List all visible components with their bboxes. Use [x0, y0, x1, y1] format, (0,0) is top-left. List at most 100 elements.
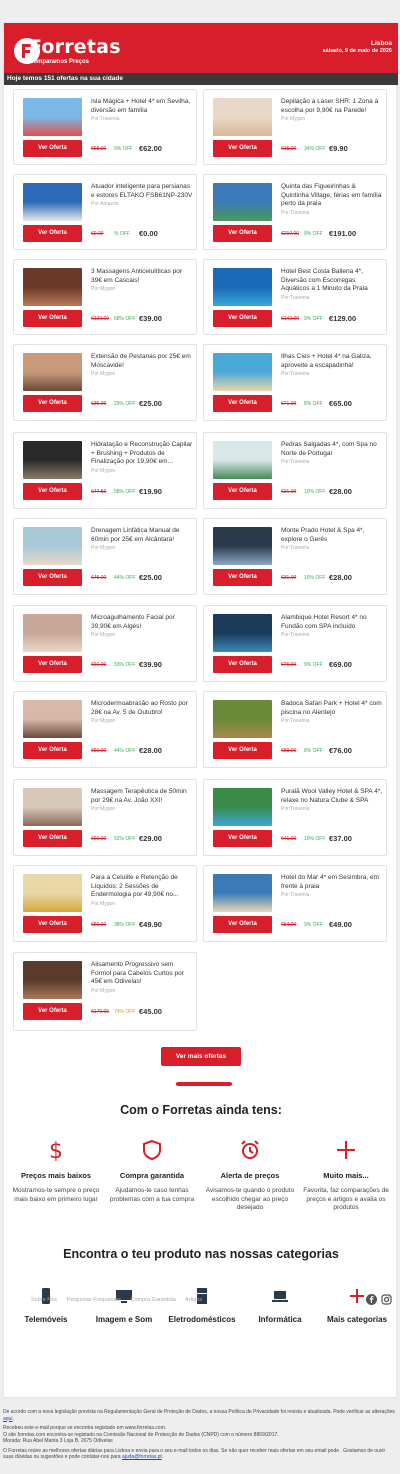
view-offer-button[interactable]: Ver Oferta	[213, 742, 272, 759]
view-offer-button[interactable]: Ver Oferta	[23, 569, 82, 586]
category-informatica[interactable]: Informática	[240, 1287, 320, 1324]
facebook-icon[interactable]	[366, 1294, 377, 1305]
offer-card[interactable]: Atuador inteligente para persianas e est…	[13, 174, 197, 250]
category-telemoveis[interactable]: Telemóveis	[6, 1287, 86, 1324]
offer-card[interactable]: Microagulhamento Facial por 39,90€ em Al…	[13, 605, 197, 682]
offer-card[interactable]: Ilhas Cíes + Hotel 4* na Galiza, aprovei…	[203, 344, 387, 421]
view-offer-button[interactable]: Ver Oferta	[213, 830, 272, 847]
offer-title[interactable]: Microagulhamento Facial por 39,90€ em Al…	[91, 614, 194, 631]
view-offer-button[interactable]: Ver Oferta	[23, 140, 82, 157]
offer-card[interactable]: Depilação a Laser SHR: 1 Zona à escolha …	[203, 89, 387, 165]
offer-title[interactable]: Monte Prado Hotel & Spa 4*, explore o Ge…	[281, 527, 384, 544]
offer-title[interactable]: Drenagem Linfática Manual de 60min por 2…	[91, 527, 194, 544]
offer-card[interactable]: Isla Mágica + Hotel 4* em Sevilha, diver…	[13, 89, 197, 165]
offer-title[interactable]: Para a Celulite e Retenção de Líquidos: …	[91, 874, 194, 900]
offer-card[interactable]: Puralã Wool Valley Hotel & SPA 4*, relax…	[203, 779, 387, 856]
offer-image[interactable]	[213, 527, 272, 565]
view-offer-button[interactable]: Ver Oferta	[23, 483, 82, 500]
offer-image[interactable]	[213, 441, 272, 479]
view-offer-button[interactable]: Ver Oferta	[213, 225, 272, 242]
view-offer-button[interactable]: Ver Oferta	[23, 225, 82, 242]
offer-image[interactable]	[23, 98, 82, 136]
category-mais-categorias[interactable]: Mais categorias	[317, 1287, 397, 1324]
offer-title[interactable]: Puralã Wool Valley Hotel & SPA 4*, relax…	[281, 788, 384, 805]
view-offer-button[interactable]: Ver Oferta	[213, 140, 272, 157]
privacy-link[interactable]: aqui	[3, 1416, 12, 1422]
offer-image[interactable]	[213, 874, 272, 912]
view-offer-button[interactable]: Ver Oferta	[23, 656, 82, 673]
offer-title[interactable]: Hotel Best Costa Ballena 4*, Diversão co…	[281, 268, 384, 294]
footer-link-articles[interactable]: Artigos	[185, 1297, 202, 1303]
offer-card[interactable]: Drenagem Linfática Manual de 60min por 2…	[13, 518, 197, 595]
offer-title[interactable]: Massagem Terapêutica de 50min por 29€ na…	[91, 788, 194, 805]
view-offer-button[interactable]: Ver Oferta	[23, 916, 82, 933]
offer-title[interactable]: Extensão de Pestanas por 25€ em Moscavid…	[91, 353, 194, 370]
brand-name[interactable]: Forretas	[29, 36, 121, 58]
offer-card[interactable]: Alambique Hotel Resort 4* no Fundão com …	[203, 605, 387, 682]
offer-title[interactable]: Hotel do Mar 4* em Sesimbra, em frente à…	[281, 874, 384, 891]
offer-card[interactable]: Extensão de Pestanas por 25€ em Moscavid…	[13, 344, 197, 421]
instagram-icon[interactable]	[381, 1294, 392, 1305]
offer-title[interactable]: Badoca Safari Park + Hotel 4* com piscin…	[281, 700, 384, 717]
view-offer-button[interactable]: Ver Oferta	[23, 830, 82, 847]
offer-card[interactable]: Microdermoabrasão ao Rosto por 28€ na Av…	[13, 691, 197, 768]
offer-image[interactable]	[213, 353, 272, 391]
offer-card[interactable]: Hotel Best Costa Ballena 4*, Diversão co…	[203, 259, 387, 335]
offer-title[interactable]: 3 Massagens Anticelulíticas por 39€ em C…	[91, 268, 194, 285]
offer-image[interactable]	[23, 700, 82, 738]
offer-image[interactable]	[23, 527, 82, 565]
offer-image[interactable]	[213, 614, 272, 652]
offer-image[interactable]	[23, 441, 82, 479]
offer-card[interactable]: Alisamento Progressivo sem Formol para C…	[13, 952, 197, 1031]
offer-card[interactable]: 3 Massagens Anticelulíticas por 39€ em C…	[13, 259, 197, 335]
more-offers-button[interactable]: Ver mais ofertas	[161, 1047, 241, 1066]
category-eletrodomesticos[interactable]: Eletrodomésticos	[162, 1287, 242, 1324]
offer-card[interactable]: Para a Celulite e Retenção de Líquidos: …	[13, 865, 197, 942]
offer-card[interactable]: Massagem Terapêutica de 50min por 29€ na…	[13, 779, 197, 856]
view-offer-button[interactable]: Ver Oferta	[213, 569, 272, 586]
support-email-link[interactable]: ajuda@forretas.pt	[122, 1454, 162, 1460]
feature-guaranteed-purchase: Compra garantida Ajudamos-te caso tenhas…	[104, 1139, 200, 1204]
view-offer-button[interactable]: Ver Oferta	[23, 310, 82, 327]
offer-title[interactable]: Hidratação e Reconstrução Capilar + Brus…	[91, 441, 194, 467]
offer-card[interactable]: Monte Prado Hotel & Spa 4*, explore o Ge…	[203, 518, 387, 595]
offer-image[interactable]	[213, 268, 272, 306]
offer-image[interactable]	[23, 353, 82, 391]
offer-title[interactable]: Isla Mágica + Hotel 4* em Sevilha, diver…	[91, 98, 194, 115]
offer-image[interactable]	[213, 700, 272, 738]
footer-link-about[interactable]: Sobre Nós	[31, 1297, 57, 1303]
view-offer-button[interactable]: Ver Oferta	[213, 395, 272, 412]
offer-card[interactable]: Pedras Salgadas 4*, com Spa no Norte de …	[203, 432, 387, 509]
view-offer-button[interactable]: Ver Oferta	[213, 916, 272, 933]
offer-image[interactable]	[23, 874, 82, 912]
view-offer-button[interactable]: Ver Oferta	[213, 483, 272, 500]
view-offer-button[interactable]: Ver Oferta	[213, 656, 272, 673]
offer-title[interactable]: Pedras Salgadas 4*, com Spa no Norte de …	[281, 441, 384, 458]
offer-image[interactable]	[23, 788, 82, 826]
view-offer-button[interactable]: Ver Oferta	[23, 395, 82, 412]
category-imagem-e-som[interactable]: Imagem e Som	[84, 1287, 164, 1324]
offer-title[interactable]: Alisamento Progressivo sem Formol para C…	[91, 961, 194, 987]
offer-image[interactable]	[23, 183, 82, 221]
footer-link-faq[interactable]: Perguntas Frequentes	[67, 1297, 121, 1303]
offer-card[interactable]: Quinta das Figueirinhas & Quintinha Vill…	[203, 174, 387, 250]
view-offer-button[interactable]: Ver Oferta	[23, 1003, 82, 1020]
offer-image[interactable]	[213, 98, 272, 136]
offer-card[interactable]: Hotel do Mar 4* em Sesimbra, em frente à…	[203, 865, 387, 942]
footer-link-guarantee[interactable]: Compra Garantida	[131, 1297, 176, 1303]
offer-title[interactable]: Microdermoabrasão ao Rosto por 28€ na Av…	[91, 700, 194, 717]
view-offer-button[interactable]: Ver Oferta	[23, 742, 82, 759]
offer-card[interactable]: Hidratação e Reconstrução Capilar + Brus…	[13, 432, 197, 509]
offer-image[interactable]	[23, 268, 82, 306]
offer-image[interactable]	[23, 614, 82, 652]
offer-title[interactable]: Depilação a Laser SHR: 1 Zona à escolha …	[281, 98, 384, 115]
offer-card[interactable]: Badoca Safari Park + Hotel 4* com piscin…	[203, 691, 387, 768]
offer-image[interactable]	[23, 961, 82, 999]
offer-title[interactable]: Alambique Hotel Resort 4* no Fundão com …	[281, 614, 384, 631]
offer-image[interactable]	[213, 183, 272, 221]
offer-image[interactable]	[213, 788, 272, 826]
offer-title[interactable]: Ilhas Cíes + Hotel 4* na Galiza, aprovei…	[281, 353, 384, 370]
offer-title[interactable]: Quinta das Figueirinhas & Quintinha Vill…	[281, 183, 384, 209]
offer-title[interactable]: Atuador inteligente para persianas e est…	[91, 183, 194, 200]
view-offer-button[interactable]: Ver Oferta	[213, 310, 272, 327]
